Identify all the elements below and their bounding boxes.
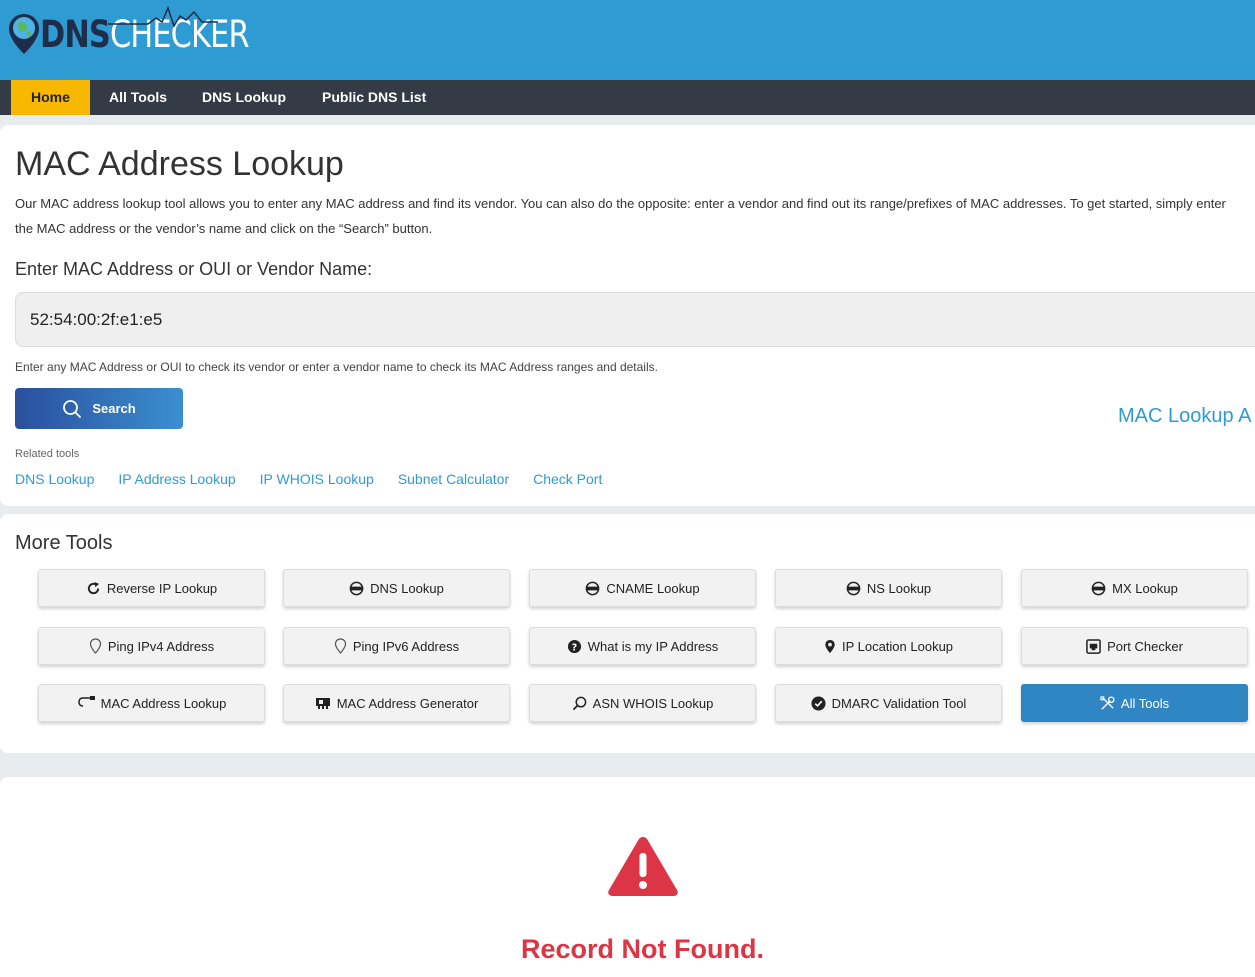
tool-dmarc-validation[interactable]: DMARC Validation Tool [775, 684, 1002, 722]
ip-pin-icon [89, 638, 101, 654]
search-icon [63, 399, 82, 418]
tool-label: NS Lookup [866, 580, 932, 596]
site-header: DNSCHECKER [0, 0, 1255, 80]
mac-address-input[interactable]: 52:54:00:2f:e1:e5 [15, 292, 1255, 347]
tool-all-tools[interactable]: All Tools [1021, 684, 1248, 722]
tool-ping-ipv6[interactable]: Ping IPv6 Address [283, 627, 510, 665]
dnschecker-logo[interactable]: DNSCHECKER [8, 6, 295, 62]
tool-label: DMARC Validation Tool [831, 695, 967, 711]
port-icon [1086, 638, 1101, 654]
tool-label: What is my IP Address [587, 638, 719, 654]
pulse-line-icon [108, 6, 218, 28]
dns-globe-icon [586, 581, 600, 595]
dns-globe-icon [349, 581, 364, 595]
tool-label: MAC Address Lookup [100, 695, 227, 711]
related-link-dns-lookup[interactable]: DNS Lookup [15, 471, 94, 487]
tool-cname-lookup[interactable]: CNAME Lookup [529, 569, 756, 607]
nav-public-dns-list[interactable]: Public DNS List [302, 80, 446, 115]
page-title: MAC Address Lookup [15, 145, 344, 183]
cable-icon [77, 696, 95, 707]
globe-pin-icon [9, 14, 39, 54]
related-link-check-port[interactable]: Check Port [533, 471, 602, 487]
tool-asn-whois-lookup[interactable]: ASN WHOIS Lookup [529, 684, 756, 722]
tool-dns-lookup[interactable]: DNS Lookup [283, 569, 510, 607]
question-circle-icon: ? [567, 639, 581, 653]
tool-label: Reverse IP Lookup [106, 580, 218, 596]
related-tools-label: Related tools [15, 448, 80, 460]
tool-mac-address-lookup[interactable]: MAC Address Lookup [38, 684, 265, 722]
related-link-ip-whois-lookup[interactable]: IP WHOIS Lookup [260, 471, 374, 487]
dns-globe-icon [846, 581, 861, 595]
tool-label: MAC Address Generator [336, 695, 479, 711]
tool-label: IP Location Lookup [841, 638, 954, 654]
input-label: Enter MAC Address or OUI or Vendor Name: [15, 259, 373, 279]
tool-ping-ipv4[interactable]: Ping IPv4 Address [38, 627, 265, 665]
tool-port-checker[interactable]: Port Checker [1021, 627, 1248, 665]
more-tools-card: More Tools Reverse IP Lookup DNS Lookup … [0, 514, 1255, 753]
tool-label: Ping IPv6 Address [352, 638, 460, 654]
search-asn-icon [572, 696, 587, 710]
check-badge-icon [811, 695, 826, 711]
dns-globe-icon [1091, 581, 1106, 595]
related-tools-links: DNS Lookup IP Address Lookup IP WHOIS Lo… [15, 471, 602, 487]
tool-label: Ping IPv4 Address [107, 638, 215, 654]
tool-mx-lookup[interactable]: MX Lookup [1021, 569, 1248, 607]
tool-label: MX Lookup [1112, 580, 1178, 596]
tools-icon [1100, 695, 1115, 710]
nav-all-tools[interactable]: All Tools [89, 80, 187, 115]
lookup-card: MAC Address Lookup Our MAC address looku… [0, 125, 1255, 506]
result-card: Record Not Found. [0, 777, 1255, 977]
tool-ip-location-lookup[interactable]: IP Location Lookup [775, 627, 1002, 665]
network-card-icon [315, 698, 330, 709]
tool-label: Port Checker [1107, 638, 1183, 654]
tool-description: Our MAC address lookup tool allows you t… [15, 196, 1226, 236]
nav-dns-lookup[interactable]: DNS Lookup [182, 80, 306, 115]
refresh-icon [87, 581, 99, 594]
search-button[interactable]: Search [15, 388, 183, 429]
mac-lookup-api-link[interactable]: MAC Lookup A [1118, 405, 1251, 428]
map-pin-icon [825, 639, 835, 653]
tool-label: All Tools [1120, 695, 1170, 711]
tool-reverse-ip-lookup[interactable]: Reverse IP Lookup [38, 569, 265, 607]
tool-label: DNS Lookup [370, 580, 444, 596]
ip-pin-icon [334, 638, 346, 654]
nav-home[interactable]: Home [11, 80, 90, 115]
related-link-ip-address-lookup[interactable]: IP Address Lookup [118, 471, 235, 487]
tool-label: CNAME Lookup [606, 580, 700, 596]
tool-what-is-my-ip[interactable]: ? What is my IP Address [529, 627, 756, 665]
svg-text:?: ? [572, 642, 577, 653]
tool-mac-address-generator[interactable]: MAC Address Generator [283, 684, 510, 722]
warning-triangle-icon [608, 837, 678, 896]
related-link-subnet-calculator[interactable]: Subnet Calculator [398, 471, 509, 487]
tool-ns-lookup[interactable]: NS Lookup [775, 569, 1002, 607]
more-tools-title: More Tools [15, 532, 113, 554]
tool-label: ASN WHOIS Lookup [592, 695, 714, 711]
main-navbar: Home All Tools DNS Lookup Public DNS Lis… [0, 80, 1255, 115]
record-not-found-message: Record Not Found. [521, 934, 764, 964]
search-button-label: Search [92, 401, 136, 416]
input-hint: Enter any MAC Address or OUI to check it… [15, 360, 658, 374]
